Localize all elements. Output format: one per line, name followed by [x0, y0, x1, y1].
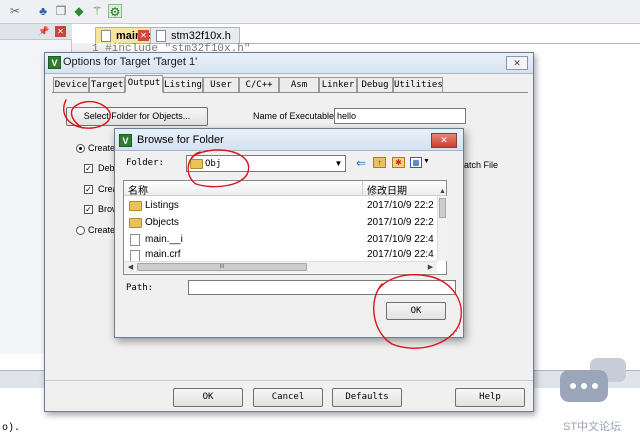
file-icon	[130, 234, 140, 246]
list-item-date: 2017/10/9 22:2	[367, 200, 434, 211]
manage-icon[interactable]: ◆	[72, 4, 86, 18]
list-item-name[interactable]: main.crf	[145, 249, 181, 260]
options-close-button[interactable]: ✕	[506, 56, 528, 70]
list-item-name[interactable]: Objects	[145, 217, 179, 228]
debug-info-label: Deb	[98, 163, 115, 173]
browse-info-checkbox[interactable]: ✓	[84, 205, 93, 214]
list-item-date: 2017/10/9 22:4	[367, 249, 434, 260]
create-lib-label: Create	[88, 225, 116, 235]
exe-name-input[interactable]: hello	[334, 108, 466, 124]
select-folder-button[interactable]: Select Folder for Objects...	[66, 107, 208, 126]
scroll-right-icon[interactable]: ▶	[426, 263, 435, 272]
scroll-left-icon[interactable]: ◀	[126, 263, 135, 272]
path-label: Path:	[126, 283, 154, 293]
layers-icon[interactable]: ❒	[54, 4, 68, 18]
tab-debug[interactable]: Debug	[357, 77, 393, 92]
tab-c-cpp[interactable]: C/C++	[239, 77, 279, 92]
ok-button[interactable]: OK	[173, 388, 243, 407]
tab-stm32f10x-h[interactable]: stm32f10x.h	[150, 27, 240, 43]
tab-user[interactable]: User	[203, 77, 239, 92]
close-tab-icon[interactable]: ✕	[138, 30, 149, 41]
exe-name-label: Name of Executable:	[253, 111, 337, 121]
create-exec-label: Create	[88, 143, 116, 153]
h-file-icon	[156, 30, 166, 42]
path-input[interactable]	[188, 280, 456, 295]
folder-value: Obj	[205, 159, 222, 169]
tab-output[interactable]: Output	[125, 75, 163, 93]
folder-label: Folder:	[126, 158, 164, 168]
create-exec-radio[interactable]	[76, 144, 85, 153]
tab-listing[interactable]: Listing	[163, 77, 203, 92]
magic-wand-icon[interactable]: ⚚	[90, 4, 104, 18]
close-pane-icon[interactable]: ✕	[55, 26, 66, 37]
view-dropdown-icon[interactable]: ▼	[423, 158, 430, 165]
browse-title: Browse for Folder	[137, 134, 224, 146]
browse-ok-button[interactable]: OK	[386, 302, 446, 320]
up-folder-icon[interactable]: ↑	[373, 157, 386, 168]
horizontal-scroll-thumb[interactable]: III	[137, 263, 307, 271]
folder-icon	[129, 201, 142, 211]
output-line: o).	[2, 423, 21, 434]
options-title: Options for Target 'Target 1'	[63, 56, 198, 68]
keil-app-icon: V	[119, 134, 132, 147]
tab-target[interactable]: Target	[89, 77, 125, 92]
folder-combobox[interactable]: Obj	[186, 155, 346, 172]
back-arrow-icon[interactable]: ⇐	[356, 156, 366, 170]
list-item-date: 2017/10/9 22:4	[367, 234, 434, 245]
defaults-button[interactable]: Defaults	[332, 388, 402, 407]
help-button[interactable]: Help	[455, 388, 525, 407]
folder-icon	[129, 218, 142, 228]
tab-device[interactable]: Device	[53, 77, 89, 92]
tab-utilities[interactable]: Utilities	[393, 77, 443, 92]
tab-label: stm32f10x.h	[171, 30, 231, 42]
browse-close-button[interactable]: ✕	[431, 133, 457, 148]
create-lib-radio[interactable]	[76, 226, 85, 235]
list-item-date: 2017/10/9 22:2	[367, 217, 434, 228]
watermark-text: ST中文论坛	[563, 421, 622, 433]
c-file-icon	[101, 30, 111, 42]
tab-asm[interactable]: Asm	[279, 77, 319, 92]
forum-logo-icon	[560, 358, 626, 402]
debug-info-checkbox[interactable]: ✓	[84, 164, 93, 173]
view-menu-icon[interactable]: ▦	[410, 157, 422, 168]
cancel-button[interactable]: Cancel	[253, 388, 323, 407]
vertical-scroll-thumb[interactable]	[439, 198, 446, 218]
folder-icon	[190, 159, 203, 169]
chevron-down-icon[interactable]: ▼	[333, 157, 344, 170]
column-date[interactable]: 修改日期	[367, 182, 407, 197]
target-options-icon[interactable]: ⚙	[108, 4, 122, 19]
new-folder-icon[interactable]: ✱	[392, 157, 405, 168]
pin-icon[interactable]: 📌	[38, 26, 49, 36]
list-item-name[interactable]: Listings	[145, 200, 179, 211]
scroll-up-icon[interactable]: ▲	[438, 187, 447, 196]
dialog-separator	[45, 380, 533, 381]
keil-app-icon: V	[48, 56, 61, 69]
list-item-name[interactable]: main.__i	[145, 234, 183, 245]
tab-linker[interactable]: Linker	[319, 77, 357, 92]
resize-grip-icon[interactable]: ⋰	[452, 326, 461, 337]
column-separator	[362, 181, 363, 196]
component-icon[interactable]: ♣	[36, 4, 50, 18]
batch-file-label: atch File	[464, 160, 499, 170]
create-hex-checkbox[interactable]: ✓	[84, 185, 93, 194]
column-name[interactable]: 名称	[128, 182, 148, 197]
tool-icon[interactable]: ✂	[8, 4, 22, 18]
